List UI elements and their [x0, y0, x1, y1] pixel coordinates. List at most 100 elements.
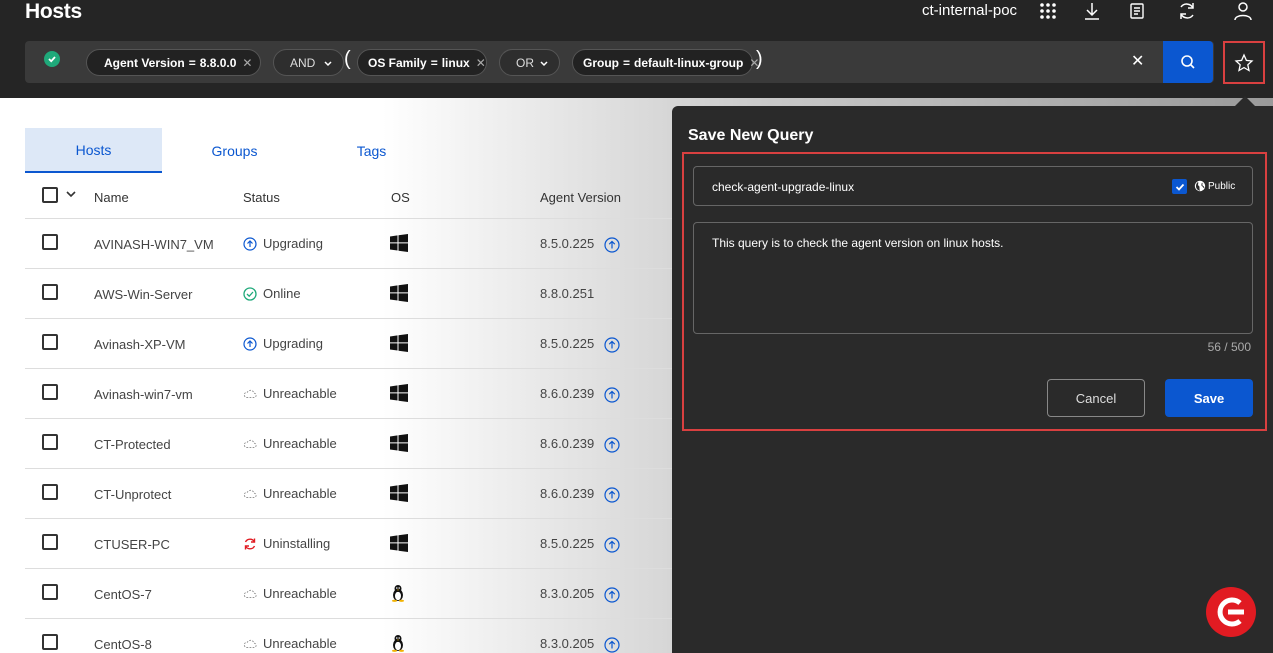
row-checkbox[interactable]: [42, 434, 58, 450]
clear-query-icon[interactable]: ✕: [1131, 51, 1144, 71]
tab-bar: Hosts Groups Tags: [25, 128, 685, 173]
tenant-selector[interactable]: ct-internal-poc: [922, 2, 1017, 19]
table-row[interactable]: Avinash-win7-vm Unreachable 8.6.0.239: [25, 369, 685, 419]
page-title: Hosts: [25, 0, 82, 23]
tab-groups[interactable]: Groups: [166, 128, 303, 173]
table-row[interactable]: AWS-Win-Server Online 8.8.0.251: [25, 269, 685, 319]
row-checkbox[interactable]: [42, 634, 58, 650]
query-name-value: check-agent-upgrade-linux: [712, 180, 855, 194]
tab-hosts[interactable]: Hosts: [25, 128, 162, 173]
apps-grid-icon[interactable]: [1037, 0, 1059, 22]
upgrade-available-icon[interactable]: [604, 386, 620, 403]
status-label: Unreachable: [263, 486, 337, 501]
host-name[interactable]: AWS-Win-Server: [94, 287, 192, 302]
agent-version: 8.5.0.225: [540, 236, 620, 253]
host-status: Unreachable: [243, 586, 337, 601]
query-description-value: This query is to check the agent version…: [712, 236, 1004, 250]
host-name[interactable]: AVINASH-WIN7_VM: [94, 237, 214, 252]
host-name[interactable]: Avinash-win7-vm: [94, 387, 193, 402]
public-checkbox[interactable]: [1172, 179, 1187, 194]
status-online-icon: [243, 286, 257, 301]
save-button[interactable]: Save: [1165, 379, 1253, 417]
host-name[interactable]: Avinash-XP-VM: [94, 337, 186, 352]
table-row[interactable]: CT-Unprotect Unreachable 8.6.0.239: [25, 469, 685, 519]
upgrade-available-icon[interactable]: [604, 486, 620, 503]
upgrade-available-icon[interactable]: [604, 636, 620, 653]
windows-icon: [390, 434, 408, 455]
query-chip-agent-version[interactable]: Agent Version = 8.8.0.0 ✕: [86, 49, 261, 76]
download-icon[interactable]: [1081, 0, 1103, 22]
upgrade-available-icon[interactable]: [604, 336, 620, 353]
upgrade-available-icon[interactable]: [604, 436, 620, 453]
chip-remove-icon[interactable]: ✕: [242, 56, 252, 70]
column-header-os[interactable]: OS: [391, 190, 410, 205]
operator-select-and[interactable]: AND: [273, 49, 344, 76]
search-button[interactable]: [1163, 41, 1213, 83]
upgrade-available-icon[interactable]: [604, 536, 620, 553]
brand-logo[interactable]: [1206, 587, 1256, 637]
column-header-agent-version[interactable]: Agent Version: [540, 190, 621, 205]
table-header: Name Status OS Agent Version: [25, 175, 685, 219]
query-valid-icon: [44, 51, 60, 67]
agent-version-value: 8.5.0.225: [540, 236, 595, 251]
table-row[interactable]: AVINASH-WIN7_VM Upgrading 8.5.0.225: [25, 219, 685, 269]
row-checkbox[interactable]: [42, 534, 58, 550]
table-row[interactable]: CentOS-8 Unreachable 8.3.0.205: [25, 619, 685, 653]
chevron-down-icon[interactable]: [65, 188, 77, 200]
tab-tags[interactable]: Tags: [303, 128, 440, 173]
open-paren: (: [344, 48, 351, 70]
row-checkbox[interactable]: [42, 484, 58, 500]
agent-version-value: 8.5.0.225: [540, 536, 595, 551]
status-label: Unreachable: [263, 386, 337, 401]
status-upgrading-icon: [243, 336, 257, 351]
row-checkbox[interactable]: [42, 334, 58, 350]
chip-operator: =: [188, 55, 196, 70]
windows-icon: [390, 534, 408, 555]
chip-value: 8.8.0.0: [199, 55, 237, 70]
agent-version: 8.6.0.239: [540, 486, 620, 503]
panel-title: Save New Query: [688, 127, 814, 144]
search-icon: [1181, 55, 1195, 69]
cancel-button[interactable]: Cancel: [1047, 379, 1145, 417]
query-chip-group[interactable]: Group = default-linux-group ✕: [572, 49, 759, 76]
status-label: Online: [263, 286, 301, 301]
query-chip-os-family[interactable]: OS Family = linux ✕: [357, 49, 487, 76]
upgrade-available-icon[interactable]: [604, 586, 620, 603]
column-header-status[interactable]: Status: [243, 190, 280, 205]
row-checkbox[interactable]: [42, 384, 58, 400]
row-checkbox[interactable]: [42, 234, 58, 250]
query-name-input[interactable]: check-agent-upgrade-linux Public: [693, 166, 1253, 206]
host-name[interactable]: CT-Unprotect: [94, 487, 171, 502]
column-header-name[interactable]: Name: [94, 190, 129, 205]
agent-version-value: 8.6.0.239: [540, 386, 595, 401]
table-row[interactable]: Avinash-XP-VM Upgrading 8.5.0.225: [25, 319, 685, 369]
chip-remove-icon[interactable]: ✕: [476, 56, 486, 70]
status-unreachable-icon: [243, 437, 257, 451]
row-checkbox[interactable]: [42, 284, 58, 300]
upgrade-available-icon[interactable]: [604, 236, 620, 253]
operator-select-or[interactable]: OR: [499, 49, 560, 76]
panel-pointer: [1235, 96, 1255, 106]
host-name[interactable]: CT-Protected: [94, 437, 171, 452]
host-name[interactable]: CentOS-7: [94, 587, 152, 602]
table-row[interactable]: CentOS-7 Unreachable 8.3.0.205: [25, 569, 685, 619]
linux-icon: [390, 584, 406, 605]
query-description-input[interactable]: This query is to check the agent version…: [693, 222, 1253, 334]
status-label: Upgrading: [263, 336, 323, 351]
agent-version: 8.5.0.225: [540, 336, 620, 353]
host-name[interactable]: CentOS-8: [94, 637, 152, 652]
chevron-down-icon: [324, 60, 332, 66]
chip-field: OS Family: [368, 55, 427, 70]
refresh-icon[interactable]: [1176, 0, 1198, 22]
linux-icon: [390, 634, 406, 653]
host-name[interactable]: CTUSER-PC: [94, 537, 170, 552]
select-all-checkbox[interactable]: [42, 187, 58, 203]
table-row[interactable]: CT-Protected Unreachable 8.6.0.239: [25, 419, 685, 469]
user-icon[interactable]: [1232, 0, 1254, 22]
save-query-star-button[interactable]: [1223, 41, 1265, 84]
query-bar[interactable]: Agent Version = 8.8.0.0 ✕ AND ( OS Famil…: [25, 41, 1214, 83]
table-row[interactable]: CTUSER-PC Uninstalling 8.5.0.225: [25, 519, 685, 569]
row-checkbox[interactable]: [42, 584, 58, 600]
document-icon[interactable]: [1126, 0, 1148, 22]
chip-field: Agent Version: [104, 55, 185, 70]
